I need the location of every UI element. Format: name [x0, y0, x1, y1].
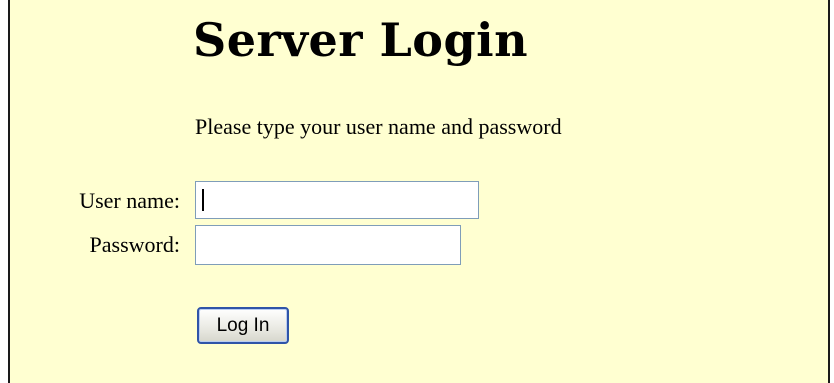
login-instructions: Please type your user name and password [195, 114, 562, 139]
login-page: Server Login Please type your user name … [8, 0, 830, 383]
page-title: Server Login [193, 13, 529, 67]
login-button[interactable]: Log In [197, 307, 289, 344]
text-cursor [202, 189, 204, 211]
password-label: Password: [89, 232, 180, 257]
username-input[interactable] [195, 181, 479, 219]
password-input[interactable] [195, 225, 461, 265]
username-label: User name: [79, 188, 180, 213]
